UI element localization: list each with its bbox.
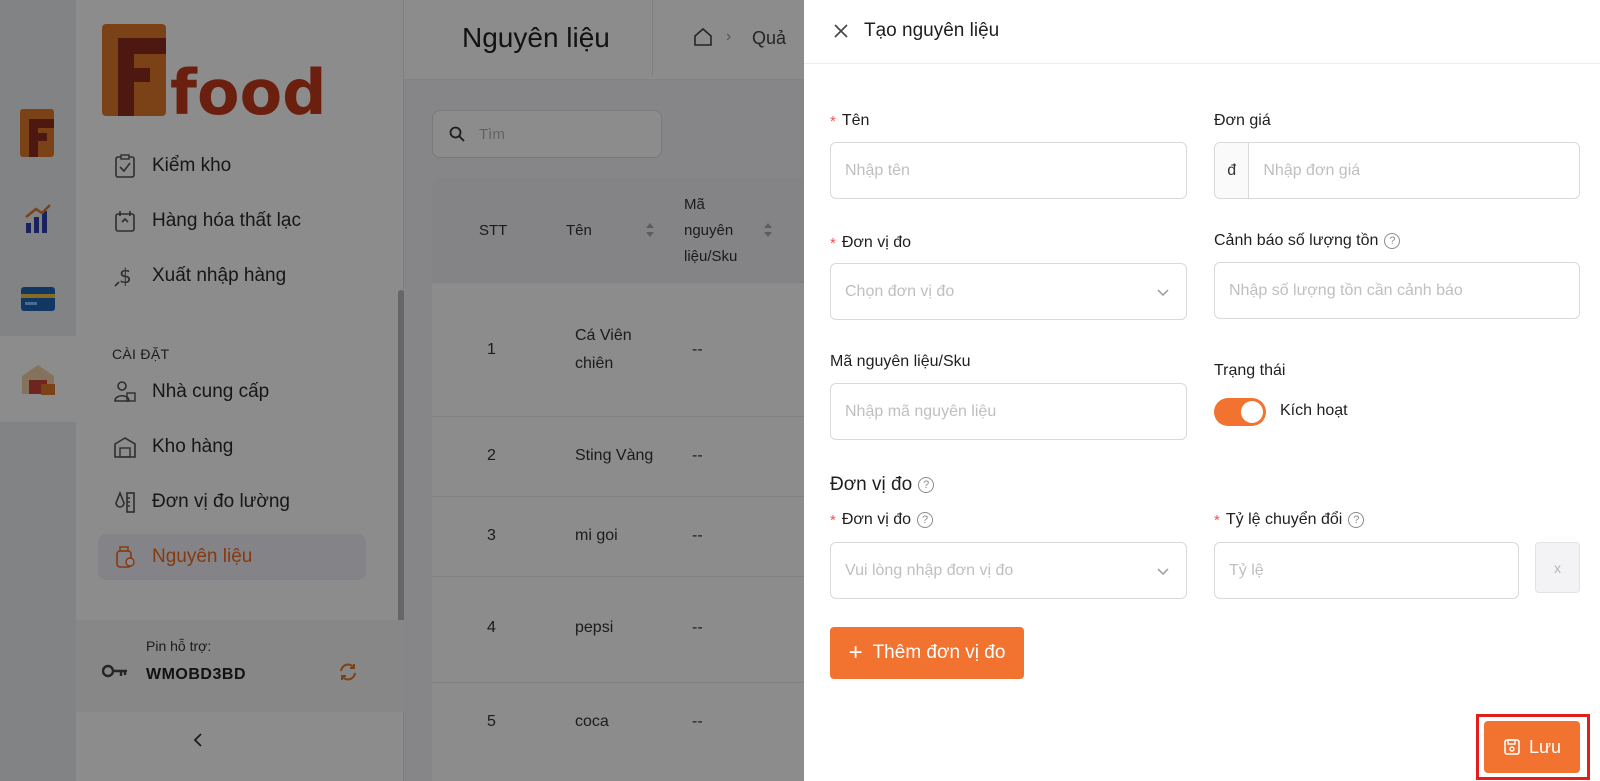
help-icon[interactable]: ? — [917, 512, 934, 528]
ratio-label-text: Tỷ lệ chuyển đổi — [1225, 511, 1343, 528]
stock-alert-field[interactable] — [1214, 262, 1580, 319]
name-field[interactable] — [830, 142, 1187, 199]
unit-label-text: Đơn vị đo — [841, 234, 912, 251]
status-toggle[interactable] — [1214, 398, 1266, 426]
help-icon[interactable]: ? — [918, 477, 935, 493]
required-marker: * — [830, 112, 836, 130]
create-ingredient-drawer: Tạo nguyên liệu * Tên Đơn giá đ * Đơn vị… — [804, 0, 1600, 781]
help-icon[interactable]: ? — [1384, 233, 1401, 249]
name-input[interactable] — [831, 143, 1186, 198]
sku-label-text: Mã nguyên liệu/Sku — [830, 353, 971, 370]
save-button-label: Lưu — [1528, 736, 1562, 757]
ratio-label: * Tỷ lệ chuyển đổi ? — [1214, 511, 1365, 529]
unit-select-placeholder: Chọn đơn vị đo — [845, 282, 955, 300]
required-marker: * — [830, 234, 836, 252]
unit-row-unit-label: * Đơn vị đo ? — [830, 511, 934, 529]
chevron-down-icon — [1157, 288, 1169, 296]
add-unit-button[interactable]: + Thêm đơn vị đo — [830, 627, 1024, 679]
sku-field[interactable] — [830, 383, 1187, 440]
sku-label: Mã nguyên liệu/Sku — [830, 353, 971, 371]
price-field[interactable]: đ — [1214, 142, 1580, 199]
save-icon — [1504, 739, 1520, 755]
unit-label: * Đơn vị đo — [830, 234, 911, 252]
drawer-title: Tạo nguyên liệu — [864, 20, 1000, 41]
status-toggle-text: Kích hoạt — [1280, 402, 1348, 419]
units-section-title-text: Đơn vị đo — [830, 474, 913, 495]
unit-row-unit-label-text: Đơn vị đo — [841, 511, 912, 528]
status-label: Trạng thái — [1214, 362, 1285, 380]
stock-alert-label-text: Cảnh báo số lượng tồn — [1214, 232, 1379, 249]
remove-unit-button[interactable]: x — [1535, 542, 1580, 593]
modal-overlay[interactable] — [0, 0, 804, 781]
unit-row-unit-placeholder: Vui lòng nhập đơn vị đo — [845, 561, 1014, 579]
stock-alert-input[interactable] — [1215, 263, 1579, 318]
units-section-title: Đơn vị đo ? — [830, 474, 935, 496]
add-unit-button-label: Thêm đơn vị đo — [872, 642, 1006, 663]
chevron-down-icon — [1157, 567, 1169, 575]
ratio-field[interactable] — [1214, 542, 1519, 599]
help-icon[interactable]: ? — [1348, 512, 1365, 528]
drawer-header: Tạo nguyên liệu — [804, 0, 1600, 64]
price-label: Đơn giá — [1214, 112, 1271, 130]
unit-row-unit-select[interactable]: Vui lòng nhập đơn vị đo — [830, 542, 1187, 599]
required-marker: * — [830, 511, 836, 529]
price-label-text: Đơn giá — [1214, 112, 1271, 129]
save-button[interactable]: Lưu — [1484, 721, 1580, 773]
status-label-text: Trạng thái — [1214, 362, 1286, 379]
plus-icon: + — [848, 639, 863, 666]
price-input[interactable] — [1249, 143, 1579, 198]
stock-alert-label: Cảnh báo số lượng tồn ? — [1214, 232, 1401, 250]
close-button[interactable] — [830, 20, 852, 42]
unit-select[interactable]: Chọn đơn vị đo — [830, 263, 1187, 320]
close-icon — [834, 24, 848, 38]
ratio-input[interactable] — [1215, 543, 1518, 598]
name-label: * Tên — [830, 112, 869, 130]
sku-input[interactable] — [831, 384, 1186, 439]
name-label-text: Tên — [841, 112, 870, 129]
required-marker: * — [1214, 511, 1220, 529]
currency-addon: đ — [1215, 143, 1250, 198]
toggle-knob — [1241, 401, 1263, 423]
